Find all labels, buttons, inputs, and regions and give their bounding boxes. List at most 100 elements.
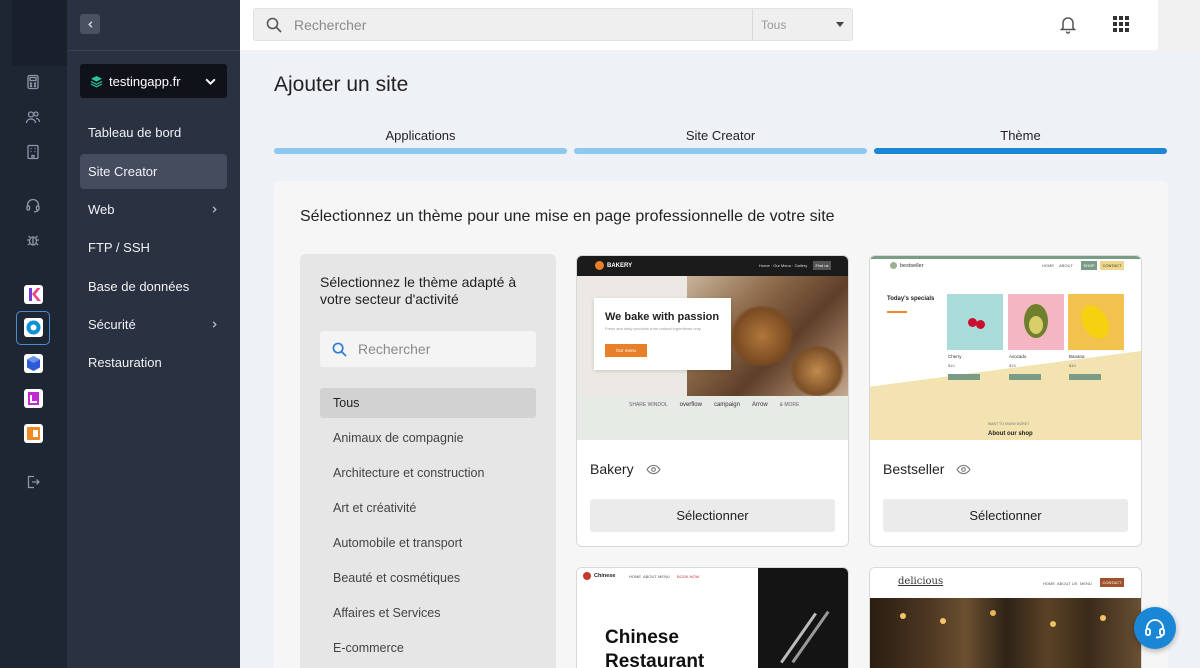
cube-app-icon[interactable] xyxy=(24,354,43,373)
product-name: Avocado xyxy=(1009,354,1027,359)
sidebar-item-label: FTP / SSH xyxy=(88,240,150,255)
sidebar-divider xyxy=(67,50,240,51)
theme-name-label: Bestseller xyxy=(883,461,945,477)
sidebar-item-label: Sécurité xyxy=(88,317,136,332)
category-business[interactable]: Affaires et Services xyxy=(320,598,536,628)
bestseller-specials: Today's specials xyxy=(887,296,935,302)
partner-logo: campaign xyxy=(713,402,740,408)
delicious-nav-about: ABOUT US xyxy=(1057,581,1078,586)
theme-card-delicious[interactable]: delicious HOME ABOUT US MENU CONTACT xyxy=(869,567,1142,668)
delicious-nav-home: HOME xyxy=(1043,581,1055,586)
product-name: Cherry xyxy=(948,354,962,359)
bestseller-nav-home: HOME xyxy=(1042,263,1054,268)
top-bar-edge xyxy=(1158,0,1200,50)
partner-logo: SHARE WINDOL xyxy=(629,402,668,408)
bakery-headline: We bake with passion xyxy=(605,311,720,323)
category-architecture[interactable]: Architecture et construction xyxy=(320,458,536,488)
step-site-creator-label: Site Creator xyxy=(685,128,756,143)
bestseller-nav-about: ABOUT xyxy=(1059,263,1073,268)
delicious-logo-text: delicious xyxy=(898,576,944,587)
page-title: Ajouter un site xyxy=(274,73,409,96)
support-chat-button[interactable] xyxy=(1134,607,1176,649)
step-site-creator-bar xyxy=(574,148,867,154)
sidebar-item-site-creator[interactable]: Site Creator xyxy=(80,154,227,189)
sidebar-item-ftp-ssh[interactable]: FTP / SSH xyxy=(80,230,227,265)
bestseller-nav-shop: SHOP xyxy=(1081,261,1097,270)
sidebar: testingapp.fr Tableau de bord Site Creat… xyxy=(67,0,240,668)
category-beauty[interactable]: Beauté et cosmétiques xyxy=(320,563,536,593)
chinese-headline-line1: Chinese xyxy=(605,627,679,648)
select-theme-button[interactable]: Sélectionner xyxy=(883,499,1128,532)
step-theme-label: Thème xyxy=(1000,128,1041,143)
domain-selector[interactable]: testingapp.fr xyxy=(80,64,227,98)
bakery-subline: Fresh and tasty products from natural in… xyxy=(605,326,702,331)
sidebar-item-label: Base de données xyxy=(88,279,190,294)
sidebar-item-web[interactable]: Web xyxy=(80,192,227,227)
chinese-nav-home: HOME xyxy=(629,574,641,579)
search-input[interactable]: Rechercher xyxy=(294,17,752,33)
sidebar-item-security[interactable]: Sécurité xyxy=(80,307,227,342)
l-app-icon[interactable] xyxy=(24,389,43,408)
chevron-right-icon xyxy=(210,205,219,214)
theme-card-bakery[interactable]: BAKERY Home · Our Menu · Gallery Find us… xyxy=(576,255,849,547)
building-icon[interactable] xyxy=(23,142,43,162)
rail-logo-area xyxy=(12,0,67,66)
partner-logo: Arrow xyxy=(751,402,768,408)
category-pets[interactable]: Animaux de compagnie xyxy=(320,423,536,453)
product-name: Banana xyxy=(1069,354,1085,359)
slides-app-icon[interactable] xyxy=(24,424,43,443)
chevron-down-icon xyxy=(204,75,217,88)
filter-search[interactable]: Rechercher xyxy=(320,331,536,367)
category-automotive[interactable]: Automobile et transport xyxy=(320,528,536,558)
search-scope-select[interactable]: Tous xyxy=(752,9,852,40)
eye-icon[interactable] xyxy=(956,464,972,475)
delicious-nav-menu: MENU xyxy=(1080,581,1092,586)
theme-name-label: Bakery xyxy=(590,461,634,477)
filter-title: Sélectionnez le thème adapté à votre sec… xyxy=(320,274,517,307)
sidebar-item-label: Tableau de bord xyxy=(88,125,182,140)
bug-icon[interactable] xyxy=(23,230,43,250)
step-applications-bar xyxy=(274,148,567,154)
logout-icon[interactable] xyxy=(23,472,43,492)
card-title: Sélectionnez un thème pour une mise en p… xyxy=(300,208,835,225)
partner-logo: overflow xyxy=(679,402,702,408)
category-ecommerce[interactable]: E-commerce xyxy=(320,633,536,663)
headset-icon[interactable] xyxy=(23,195,43,215)
sidebar-item-label: Web xyxy=(88,202,115,217)
app-rail xyxy=(0,0,67,668)
eye-icon[interactable] xyxy=(646,464,661,475)
bakery-logo-text: BAKERY xyxy=(607,262,633,269)
category-all[interactable]: Tous xyxy=(320,388,536,418)
search-icon xyxy=(254,17,294,33)
chinese-nav-menu: MENU xyxy=(658,574,670,579)
chinese-headline-line2: Restaurant xyxy=(605,651,705,668)
bakery-nav: Home · Our Menu · Gallery xyxy=(759,263,808,268)
product-price: $10 xyxy=(1069,363,1076,368)
chevron-left-icon xyxy=(87,20,92,28)
caret-down-icon xyxy=(836,22,844,27)
theme-card-chinese[interactable]: Chinese HOME ABOUT MENU BOOK NOW Chinese… xyxy=(576,567,849,668)
category-art[interactable]: Art et créativité xyxy=(320,493,536,523)
theme-name: Bakery xyxy=(590,461,661,477)
product-price: $10 xyxy=(948,363,955,368)
global-search[interactable]: Rechercher Tous xyxy=(253,8,853,41)
partner-logo: & MORE xyxy=(779,402,800,408)
sidebar-item-database[interactable]: Base de données xyxy=(80,269,227,304)
chinese-logo-text: Chinese xyxy=(594,573,616,579)
users-icon[interactable] xyxy=(23,107,43,127)
chinese-nav-button: BOOK NOW xyxy=(677,574,700,579)
bell-icon[interactable] xyxy=(1058,14,1078,34)
calculator-icon[interactable] xyxy=(23,72,43,92)
sidebar-item-restore[interactable]: Restauration xyxy=(80,345,227,380)
theme-name: Bestseller xyxy=(883,461,972,477)
filter-search-input[interactable]: Rechercher xyxy=(358,341,430,357)
bakery-preview-image: BAKERY Home · Our Menu · Gallery Find us… xyxy=(577,256,848,440)
theme-card-bestseller[interactable]: bestseller HOME ABOUT SHOP CONTACT Today… xyxy=(869,255,1142,547)
collapse-sidebar-button[interactable] xyxy=(80,14,100,34)
sidebar-item-dashboard[interactable]: Tableau de bord xyxy=(80,115,227,150)
select-theme-button[interactable]: Sélectionner xyxy=(590,499,835,532)
disc-app-icon[interactable] xyxy=(24,318,43,337)
apps-grid-icon[interactable] xyxy=(1112,15,1130,33)
k-app-icon[interactable] xyxy=(24,285,43,304)
search-scope-value: Tous xyxy=(761,17,787,32)
